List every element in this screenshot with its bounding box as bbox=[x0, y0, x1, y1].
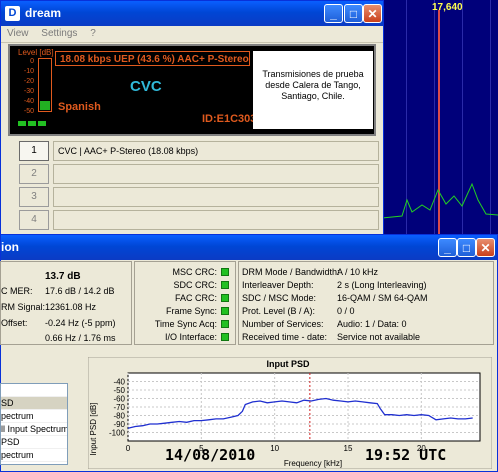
status-led bbox=[38, 121, 46, 126]
minimize-button[interactable]: _ bbox=[324, 4, 343, 23]
drm-mode-label: DRM Mode / Bandwidth: bbox=[242, 267, 340, 277]
drm-signal-value: 12361.08 Hz bbox=[45, 302, 97, 312]
service-button-1[interactable]: 1 bbox=[19, 141, 49, 161]
frame-sync-led bbox=[221, 307, 229, 315]
service-row: 2 bbox=[19, 164, 379, 184]
fac-crc-label: FAC CRC: bbox=[174, 293, 217, 303]
x-tick-label: 0 bbox=[126, 444, 131, 453]
x-tick-label: 10 bbox=[270, 444, 279, 453]
doppler-delay-value: 0.66 Hz / 1.76 ms bbox=[45, 333, 116, 343]
date-stamp: 14/08/2010 bbox=[165, 446, 256, 464]
frame-sync-label: Frame Sync: bbox=[165, 306, 217, 316]
drm-signal-label: RM Signal: bbox=[1, 302, 46, 312]
io-interface-led bbox=[221, 333, 229, 341]
eval-title-bar[interactable]: ion _ □ ✕ bbox=[1, 235, 497, 260]
x-axis-label: Frequency [kHz] bbox=[284, 459, 342, 468]
fac-crc-led bbox=[221, 294, 229, 302]
bitrate-display: 18.08 kbps UEP (43.6 %) AAC+ P-Stereo bbox=[55, 51, 250, 66]
msc-crc-led bbox=[221, 268, 229, 276]
service-label-4 bbox=[53, 210, 379, 230]
eval-close-button[interactable]: ✕ bbox=[476, 238, 495, 257]
menu-settings[interactable]: Settings bbox=[41, 28, 77, 39]
chart-selector-list[interactable]: SD pectrum ll Input Spectrum PSD pectrum… bbox=[0, 383, 68, 465]
chart-list-item[interactable]: ll Input Spectrum bbox=[1, 423, 67, 436]
maximize-button[interactable]: □ bbox=[344, 4, 363, 23]
level-meter bbox=[38, 58, 52, 112]
level-meter-fill bbox=[40, 100, 50, 110]
chart-list-item[interactable]: SD bbox=[1, 397, 67, 410]
io-interface-label: I/O Interface: bbox=[164, 332, 217, 342]
chart-list-item[interactable] bbox=[1, 384, 67, 397]
status-led bbox=[18, 121, 26, 126]
service-button-4[interactable]: 4 bbox=[19, 210, 49, 230]
receiver-display: Level [dB] 0 -10 -20 -30 -40 -50 18.08 k… bbox=[8, 44, 376, 136]
chart-list-item[interactable]: pectrum bbox=[1, 462, 67, 464]
service-id-label: ID:E1C303 bbox=[202, 113, 257, 125]
background-spectrum-window: 17,640 bbox=[382, 0, 498, 240]
service-label-2 bbox=[53, 164, 379, 184]
mer-value: 17.6 dB / 14.2 dB bbox=[45, 286, 115, 296]
sdc-msc-label: SDC / MSC Mode: bbox=[242, 293, 317, 303]
eval-maximize-button[interactable]: □ bbox=[457, 238, 476, 257]
service-button-3[interactable]: 3 bbox=[19, 187, 49, 207]
eval-window-title: ion bbox=[1, 240, 19, 254]
eval-minimize-button[interactable]: _ bbox=[438, 238, 457, 257]
y-axis-label: Input PSD [dB] bbox=[89, 403, 98, 456]
status-led bbox=[28, 121, 36, 126]
menu-bar: View Settings ? bbox=[1, 26, 383, 43]
time-sync-led bbox=[221, 320, 229, 328]
num-services-value: Audio: 1 / Data: 0 bbox=[337, 319, 407, 329]
level-ticks: 0 -10 -20 -30 -40 -50 bbox=[23, 58, 34, 115]
language-label: Spanish bbox=[58, 101, 101, 113]
sdc-crc-led bbox=[221, 281, 229, 289]
drm-mode-value: A / 10 kHz bbox=[337, 267, 379, 277]
menu-view[interactable]: View bbox=[7, 28, 29, 39]
window-title: dream bbox=[25, 6, 62, 20]
service-row: 4 bbox=[19, 210, 379, 230]
interleaver-label: Interleaver Depth: bbox=[242, 280, 314, 290]
time-stamp: 19:52 UTC bbox=[365, 446, 447, 464]
background-spectrum-trace bbox=[382, 182, 498, 219]
info-panel: DRM Mode / Bandwidth: A / 10 kHz Interle… bbox=[238, 261, 494, 345]
title-bar[interactable]: D dream _ □ ✕ bbox=[1, 1, 383, 26]
chart-list-item[interactable]: pectrum bbox=[1, 410, 67, 423]
prot-level-label: Prot. Level (B / A): bbox=[242, 306, 316, 316]
service-label-1: CVC | AAC+ P-Stereo (18.08 kbps) bbox=[53, 141, 379, 161]
sdc-msc-value: 16-QAM / SM 64-QAM bbox=[337, 293, 428, 303]
close-button[interactable]: ✕ bbox=[363, 4, 382, 23]
service-row: 1 CVC | AAC+ P-Stereo (18.08 kbps) bbox=[19, 141, 379, 161]
msc-crc-label: MSC CRC: bbox=[172, 267, 218, 277]
num-services-label: Number of Services: bbox=[242, 319, 324, 329]
sdc-crc-label: SDC CRC: bbox=[173, 280, 217, 290]
snr-value: 13.7 dB bbox=[45, 271, 81, 282]
service-label-3 bbox=[53, 187, 379, 207]
chart-list-item[interactable]: pectrum bbox=[1, 449, 67, 462]
dream-main-window: D dream _ □ ✕ View Settings ? Level [dB]… bbox=[0, 0, 384, 238]
menu-help[interactable]: ? bbox=[90, 28, 96, 39]
dream-app-icon: D bbox=[5, 6, 20, 21]
interleaver-value: 2 s (Long Interleaving) bbox=[337, 280, 427, 290]
status-leds bbox=[18, 118, 48, 129]
service-button-2[interactable]: 2 bbox=[19, 164, 49, 184]
level-title: Level [dB] bbox=[18, 48, 54, 57]
y-tick-label: -100 bbox=[109, 429, 126, 438]
measurement-panel: 13.7 dB C MER: 17.6 dB / 14.2 dB RM Sign… bbox=[0, 261, 132, 345]
received-time-label: Received time - date: bbox=[242, 332, 328, 342]
crc-panel: MSC CRC: SDC CRC: FAC CRC: Frame Sync: T… bbox=[134, 261, 236, 345]
mer-label: C MER: bbox=[1, 286, 33, 296]
service-row: 3 bbox=[19, 187, 379, 207]
text-message-box: Transmisiones de prueba desde Calera de … bbox=[253, 51, 373, 129]
received-time-value: Service not available bbox=[337, 332, 421, 342]
offset-value: -0.24 Hz (-5 ppm) bbox=[45, 318, 116, 328]
chart-title: Input PSD bbox=[267, 359, 310, 369]
time-sync-label: Time Sync Acq: bbox=[154, 319, 217, 329]
prot-level-value: 0 / 0 bbox=[337, 306, 355, 316]
chart-list-item[interactable]: PSD bbox=[1, 436, 67, 449]
x-tick-label: 15 bbox=[344, 444, 353, 453]
offset-label: Offset: bbox=[1, 318, 28, 328]
station-label: CVC bbox=[130, 78, 162, 95]
